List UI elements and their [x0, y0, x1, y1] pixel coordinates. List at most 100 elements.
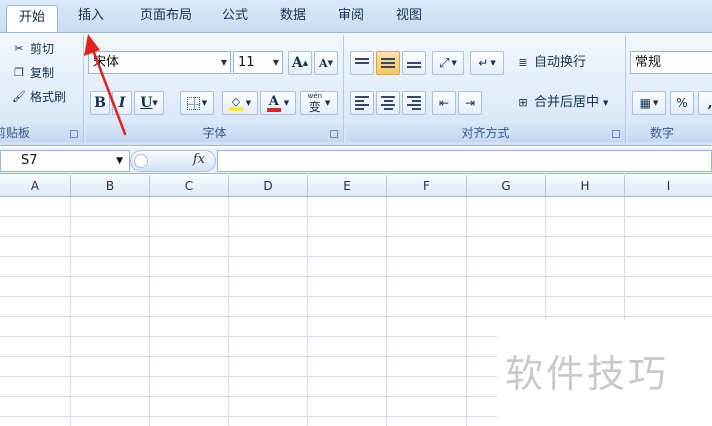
font-dialog-launcher[interactable]: ◢: [330, 130, 338, 138]
align-right-button[interactable]: [402, 91, 426, 115]
clipboard-group: ✂ 剪切 ❐ 复制 🖌 格式刷 剪贴板 ◢: [0, 35, 84, 143]
number-format-combo[interactable]: 常规: [630, 51, 712, 74]
align-center-icon: [381, 96, 395, 110]
copy-button[interactable]: ❐ 复制: [12, 63, 54, 83]
tab-page-layout[interactable]: 页面布局: [130, 4, 202, 30]
wrap-text-icon: ≣: [518, 56, 528, 69]
font-name-combo[interactable]: 宋体 ▼: [88, 51, 231, 74]
shrink-font-button[interactable]: A ▼: [314, 51, 338, 75]
align-center-button[interactable]: [376, 91, 400, 115]
column-header-h[interactable]: H: [546, 175, 625, 197]
wrap-text-button[interactable]: ≣ 自动换行: [516, 52, 586, 74]
watermark-text: 软件技巧: [505, 352, 670, 396]
grid-line: [149, 197, 150, 426]
accounting-format-button[interactable]: ▦ ▼: [632, 91, 666, 115]
indent-button[interactable]: ↵ ▼: [470, 51, 504, 75]
align-top-icon: [355, 58, 369, 68]
formula-input[interactable]: [217, 150, 712, 172]
phonetic-guide-button[interactable]: wén 变 ▼: [300, 91, 338, 115]
name-box[interactable]: S7 ▼: [0, 150, 130, 172]
cut-label: 剪切: [30, 42, 55, 56]
formula-bar: S7 ▼ fx: [0, 148, 712, 174]
increase-indent-button[interactable]: ⇥: [458, 91, 482, 115]
percent-style-button[interactable]: %: [670, 91, 694, 115]
align-left-icon: [355, 96, 369, 110]
decrease-indent-button[interactable]: ⇤: [432, 91, 456, 115]
number-group: 常规 ▦ ▼ % , 数字: [628, 35, 712, 143]
grow-font-icon: A: [291, 55, 303, 71]
chevron-down-icon: ▼: [603, 99, 609, 107]
chevron-down-icon: ▼: [116, 156, 123, 166]
alignment-group: ⤢▼ ↵▼ ≣ 自动换行 ⇤ ⇥ ⊞ 合并后居中 ▼ 对齐方式 ◢: [346, 35, 626, 143]
format-painter-label: 格式刷: [30, 90, 67, 104]
alignment-dialog-launcher[interactable]: ◢: [612, 130, 620, 138]
paint-bucket-icon: ◇: [228, 96, 243, 111]
shrink-font-icon: A: [319, 56, 328, 70]
name-box-value: S7: [21, 153, 38, 168]
bold-icon: B: [94, 95, 106, 111]
format-painter-button[interactable]: 🖌 格式刷: [12, 87, 66, 107]
tab-data[interactable]: 数据: [272, 4, 314, 30]
font-size-combo[interactable]: 11 ▼: [233, 51, 283, 74]
underline-button[interactable]: U ▼: [134, 91, 164, 115]
ribbon-tab-bar: 开始 插入 页面布局 公式 数据 审阅 视图: [0, 0, 712, 33]
column-header-d[interactable]: D: [229, 175, 308, 197]
clipboard-dialog-launcher[interactable]: ◢: [70, 130, 78, 138]
align-middle-button[interactable]: [376, 51, 400, 75]
percent-icon: %: [676, 96, 688, 110]
number-format-value: 常规: [635, 55, 662, 70]
ribbon: ✂ 剪切 ❐ 复制 🖌 格式刷 剪贴板 ◢ 宋体 ▼ 11 ▼ A▲ A▼: [0, 32, 712, 146]
align-right-icon: [407, 96, 421, 110]
column-header-e[interactable]: E: [308, 175, 387, 197]
scissors-icon: ✂: [14, 42, 24, 55]
merge-cells-icon: ⊞: [518, 96, 528, 109]
font-color-button[interactable]: A ▼: [260, 91, 296, 115]
formula-controls: fx: [130, 150, 216, 172]
grid-line: [466, 197, 467, 426]
decrease-indent-icon: ⇤: [438, 96, 450, 110]
expand-handle-icon[interactable]: [134, 154, 148, 168]
text-orientation-icon: ⤢: [439, 55, 450, 71]
borders-button[interactable]: ▼: [180, 91, 214, 115]
italic-button[interactable]: I: [112, 91, 132, 115]
tab-home[interactable]: 开始: [6, 5, 58, 33]
grid-line: [228, 197, 229, 426]
tab-insert[interactable]: 插入: [70, 4, 112, 30]
merge-center-button[interactable]: ⊞ 合并后居中 ▼: [516, 92, 608, 114]
align-bottom-button[interactable]: [402, 51, 426, 75]
column-header-b[interactable]: B: [71, 175, 150, 197]
orientation-button[interactable]: ⤢ ▼: [432, 51, 464, 75]
column-header-g[interactable]: G: [467, 175, 546, 197]
column-header-c[interactable]: C: [150, 175, 229, 197]
phonetic-guide-icon: wén 变: [307, 92, 323, 114]
column-header-a[interactable]: A: [0, 175, 71, 197]
align-left-button[interactable]: [350, 91, 374, 115]
chevron-down-icon: ▼: [272, 58, 279, 67]
tab-view[interactable]: 视图: [388, 4, 430, 30]
wrap-text-label: 自动换行: [534, 55, 587, 70]
fill-color-button[interactable]: ◇ ▼: [222, 91, 258, 115]
copy-label: 复制: [30, 66, 55, 80]
font-size-value: 11: [238, 55, 255, 70]
column-header-f[interactable]: F: [387, 175, 467, 197]
comma-style-button[interactable]: ,: [698, 91, 712, 115]
column-header-i[interactable]: I: [625, 175, 712, 197]
cut-button[interactable]: ✂ 剪切: [12, 39, 54, 59]
grid-line: [70, 197, 71, 426]
number-group-label: 数字: [628, 124, 712, 142]
insert-function-icon[interactable]: fx: [193, 152, 205, 167]
grow-font-button[interactable]: A ▲: [288, 51, 312, 75]
align-top-button[interactable]: [350, 51, 374, 75]
comma-icon: ,: [707, 95, 712, 111]
tab-review[interactable]: 审阅: [330, 4, 372, 30]
font-group: 宋体 ▼ 11 ▼ A ▲ A ▼ B I U ▼ ▼ ◇ ▼ A ▼ wén …: [86, 35, 344, 143]
underline-icon: U: [140, 95, 153, 111]
grid-line: [307, 197, 308, 426]
chevron-down-icon: ▼: [220, 58, 227, 67]
font-name-value: 宋体: [93, 55, 120, 70]
currency-icon: ▦: [639, 96, 651, 110]
copy-icon: ❐: [14, 66, 24, 79]
font-group-label: 字体: [86, 124, 343, 142]
tab-formulas[interactable]: 公式: [214, 4, 256, 30]
bold-button[interactable]: B: [90, 91, 110, 115]
